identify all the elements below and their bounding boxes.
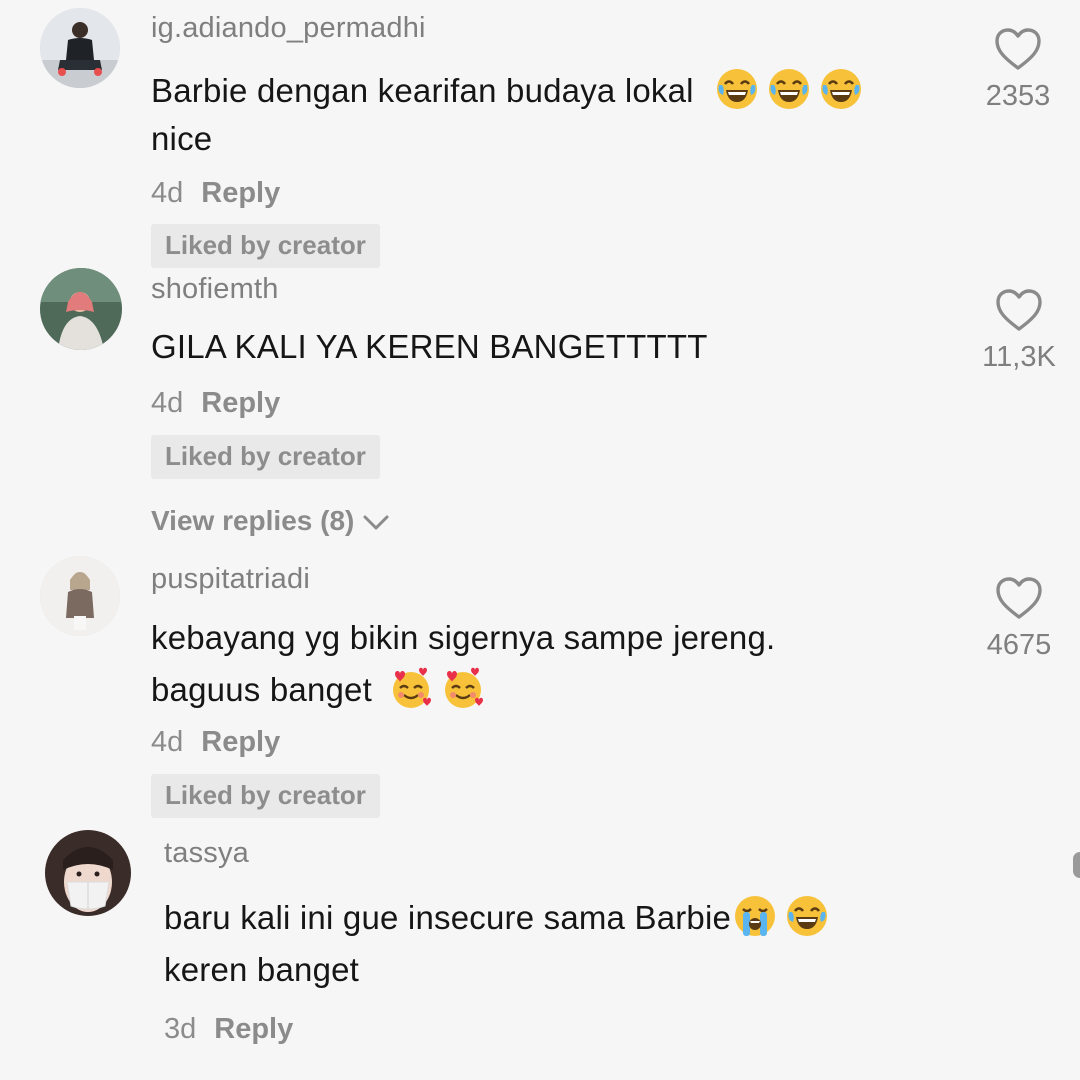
- comment-meta: 3d Reply: [164, 1013, 293, 1046]
- comment-meta: 4d Reply: [151, 177, 280, 210]
- comments-screen: ig.adiando_permadhi Barbie dengan kearif…: [0, 0, 1080, 1080]
- like-count: 11,3K: [982, 341, 1056, 373]
- like-count: 2353: [985, 80, 1051, 112]
- comment-text: baru kali ini gue insecure sama Barbie: [164, 899, 732, 936]
- like-control: 2353: [963, 26, 1073, 113]
- comment-meta: 4d Reply: [151, 387, 280, 420]
- comment-text: nice: [151, 120, 213, 157]
- comment-text: baguus banget: [151, 671, 372, 708]
- avatar[interactable]: [40, 8, 120, 88]
- liked-by-creator-badge: Liked by creator: [151, 224, 380, 268]
- like-control: 11,3K: [964, 287, 1074, 374]
- comment-text: kebayang yg bikin sigernya sampe jereng.: [151, 619, 776, 656]
- comment-time: 3d: [164, 1013, 197, 1045]
- comment-username[interactable]: tassya: [164, 837, 249, 870]
- laughing-tears-emoji: [715, 67, 759, 111]
- comment-meta: 4d Reply: [151, 726, 280, 759]
- laughing-tears-emoji: [819, 67, 863, 111]
- reply-button[interactable]: Reply: [201, 387, 280, 419]
- reply-button[interactable]: Reply: [201, 177, 280, 209]
- chevron-down-icon: [363, 515, 389, 530]
- view-replies-label: View replies (8): [151, 505, 355, 536]
- laughing-tears-emoji: [785, 894, 829, 938]
- smiling-hearts-emoji: [441, 666, 485, 710]
- comment-text-line: baguus banget: [151, 666, 493, 714]
- comment-username[interactable]: puspitatriadi: [151, 563, 310, 596]
- reply-button[interactable]: Reply: [201, 726, 280, 758]
- comment-username[interactable]: shofiemth: [151, 273, 279, 306]
- reply-button[interactable]: Reply: [214, 1013, 293, 1045]
- liked-by-creator-badge: Liked by creator: [151, 435, 380, 479]
- scroll-handle[interactable]: [1073, 852, 1080, 878]
- comment-text: keren banget: [164, 951, 360, 988]
- comment-text: Barbie dengan kearifan budaya lokal: [151, 72, 694, 109]
- view-replies-button[interactable]: View replies (8): [151, 505, 390, 537]
- avatar[interactable]: [45, 830, 131, 916]
- smiling-hearts-emoji: [389, 666, 433, 710]
- heart-icon[interactable]: [994, 287, 1044, 333]
- comment-text-line: Barbie dengan kearifan budaya lokal: [151, 67, 871, 115]
- liked-by-creator-badge: Liked by creator: [151, 774, 380, 818]
- avatar[interactable]: [40, 268, 122, 350]
- comment-text: GILA KALI YA KEREN BANGETTTTT: [151, 328, 708, 365]
- like-count: 4675: [986, 629, 1052, 661]
- laughing-tears-emoji: [767, 67, 811, 111]
- comment-text-line: baru kali ini gue insecure sama Barbie: [164, 894, 837, 942]
- avatar[interactable]: [40, 556, 120, 636]
- like-control: 4675: [964, 575, 1074, 662]
- comment-time: 4d: [151, 387, 184, 419]
- comment-time: 4d: [151, 726, 184, 758]
- loudly-crying-emoji: [733, 894, 777, 938]
- heart-icon[interactable]: [993, 26, 1043, 72]
- comment-time: 4d: [151, 177, 184, 209]
- heart-icon[interactable]: [994, 575, 1044, 621]
- comment-username[interactable]: ig.adiando_permadhi: [151, 12, 426, 45]
